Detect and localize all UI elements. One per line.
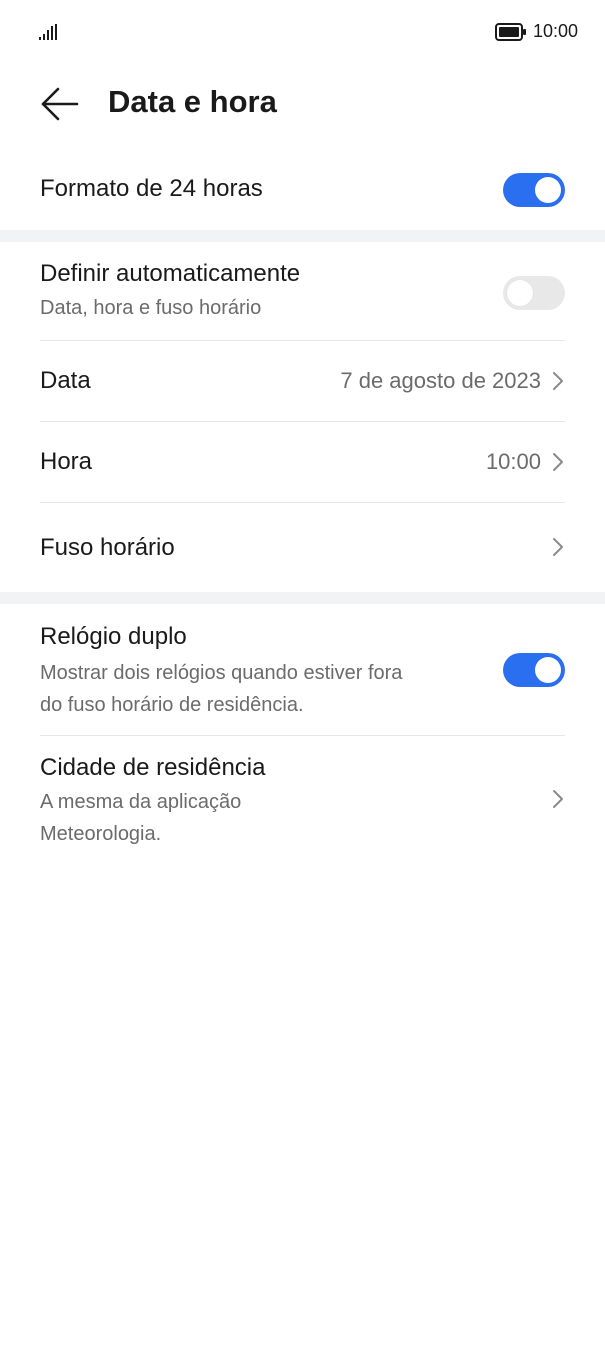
home-city-title: Cidade de residência <box>40 754 266 781</box>
auto-set-text: Definir automaticamente Data, hora e fus… <box>40 260 300 324</box>
section-gap <box>0 230 605 242</box>
header: Data e hora <box>0 64 605 146</box>
home-city-subtitle-line2: Meteorologia. <box>40 823 162 845</box>
auto-set-subtitle: Data, hora e fuso horário <box>40 297 262 319</box>
chevron-right-icon <box>553 372 563 390</box>
status-right: 10:00 <box>494 21 578 42</box>
date-value: 7 de agosto de 2023 <box>340 368 541 393</box>
time-row[interactable]: Hora 10:00 <box>40 422 565 502</box>
toggle-knob <box>535 177 561 203</box>
home-city-subtitle-line1: A mesma da aplicação <box>40 791 242 813</box>
timezone-value-wrap <box>551 535 565 559</box>
time-value-wrap: 10:00 <box>486 449 565 475</box>
auto-set-row[interactable]: Definir automaticamente Data, hora e fus… <box>40 242 565 340</box>
format-24h-toggle[interactable] <box>503 173 565 207</box>
signal-icon <box>39 24 57 40</box>
date-value-wrap: 7 de agosto de 2023 <box>340 368 565 394</box>
format-24h-title: Formato de 24 horas <box>40 175 263 202</box>
auto-set-title: Definir automaticamente <box>40 260 301 287</box>
dual-clock-subtitle-line2: do fuso horário de residência. <box>40 694 304 716</box>
home-city-value-wrap <box>551 787 565 811</box>
dual-clock-row[interactable]: Relógio duplo Mostrar dois relógios quan… <box>40 604 565 735</box>
dual-clock-title: Relógio duplo <box>40 623 187 650</box>
dual-clock-text: Relógio duplo Mostrar dois relógios quan… <box>40 623 402 721</box>
home-city-row[interactable]: Cidade de residência A mesma da aplicaçã… <box>40 736 565 866</box>
dual-clock-toggle[interactable] <box>503 653 565 687</box>
page-title: Data e hora <box>108 84 277 119</box>
toggle-knob <box>535 657 561 683</box>
format-24h-row[interactable]: Formato de 24 horas <box>40 146 565 230</box>
battery-icon <box>494 22 526 41</box>
date-title: Data <box>40 367 91 394</box>
timezone-title: Fuso horário <box>40 534 175 561</box>
chevron-right-icon <box>553 538 563 556</box>
chevron-right-icon <box>553 453 563 471</box>
home-city-text: Cidade de residência A mesma da aplicaçã… <box>40 754 265 850</box>
status-bar: 10:00 <box>0 0 605 64</box>
time-title: Hora <box>40 448 93 475</box>
time-value: 10:00 <box>485 449 541 474</box>
status-time: 10:00 <box>532 21 578 41</box>
auto-set-toggle[interactable] <box>503 276 565 310</box>
date-row[interactable]: Data 7 de agosto de 2023 <box>40 341 565 421</box>
timezone-row[interactable]: Fuso horário <box>40 503 565 592</box>
chevron-right-icon <box>553 790 563 808</box>
arrow-left-icon[interactable] <box>40 86 80 122</box>
dual-clock-subtitle-line1: Mostrar dois relógios quando estiver for… <box>40 662 403 684</box>
toggle-knob <box>507 280 533 306</box>
section-gap <box>0 592 605 604</box>
